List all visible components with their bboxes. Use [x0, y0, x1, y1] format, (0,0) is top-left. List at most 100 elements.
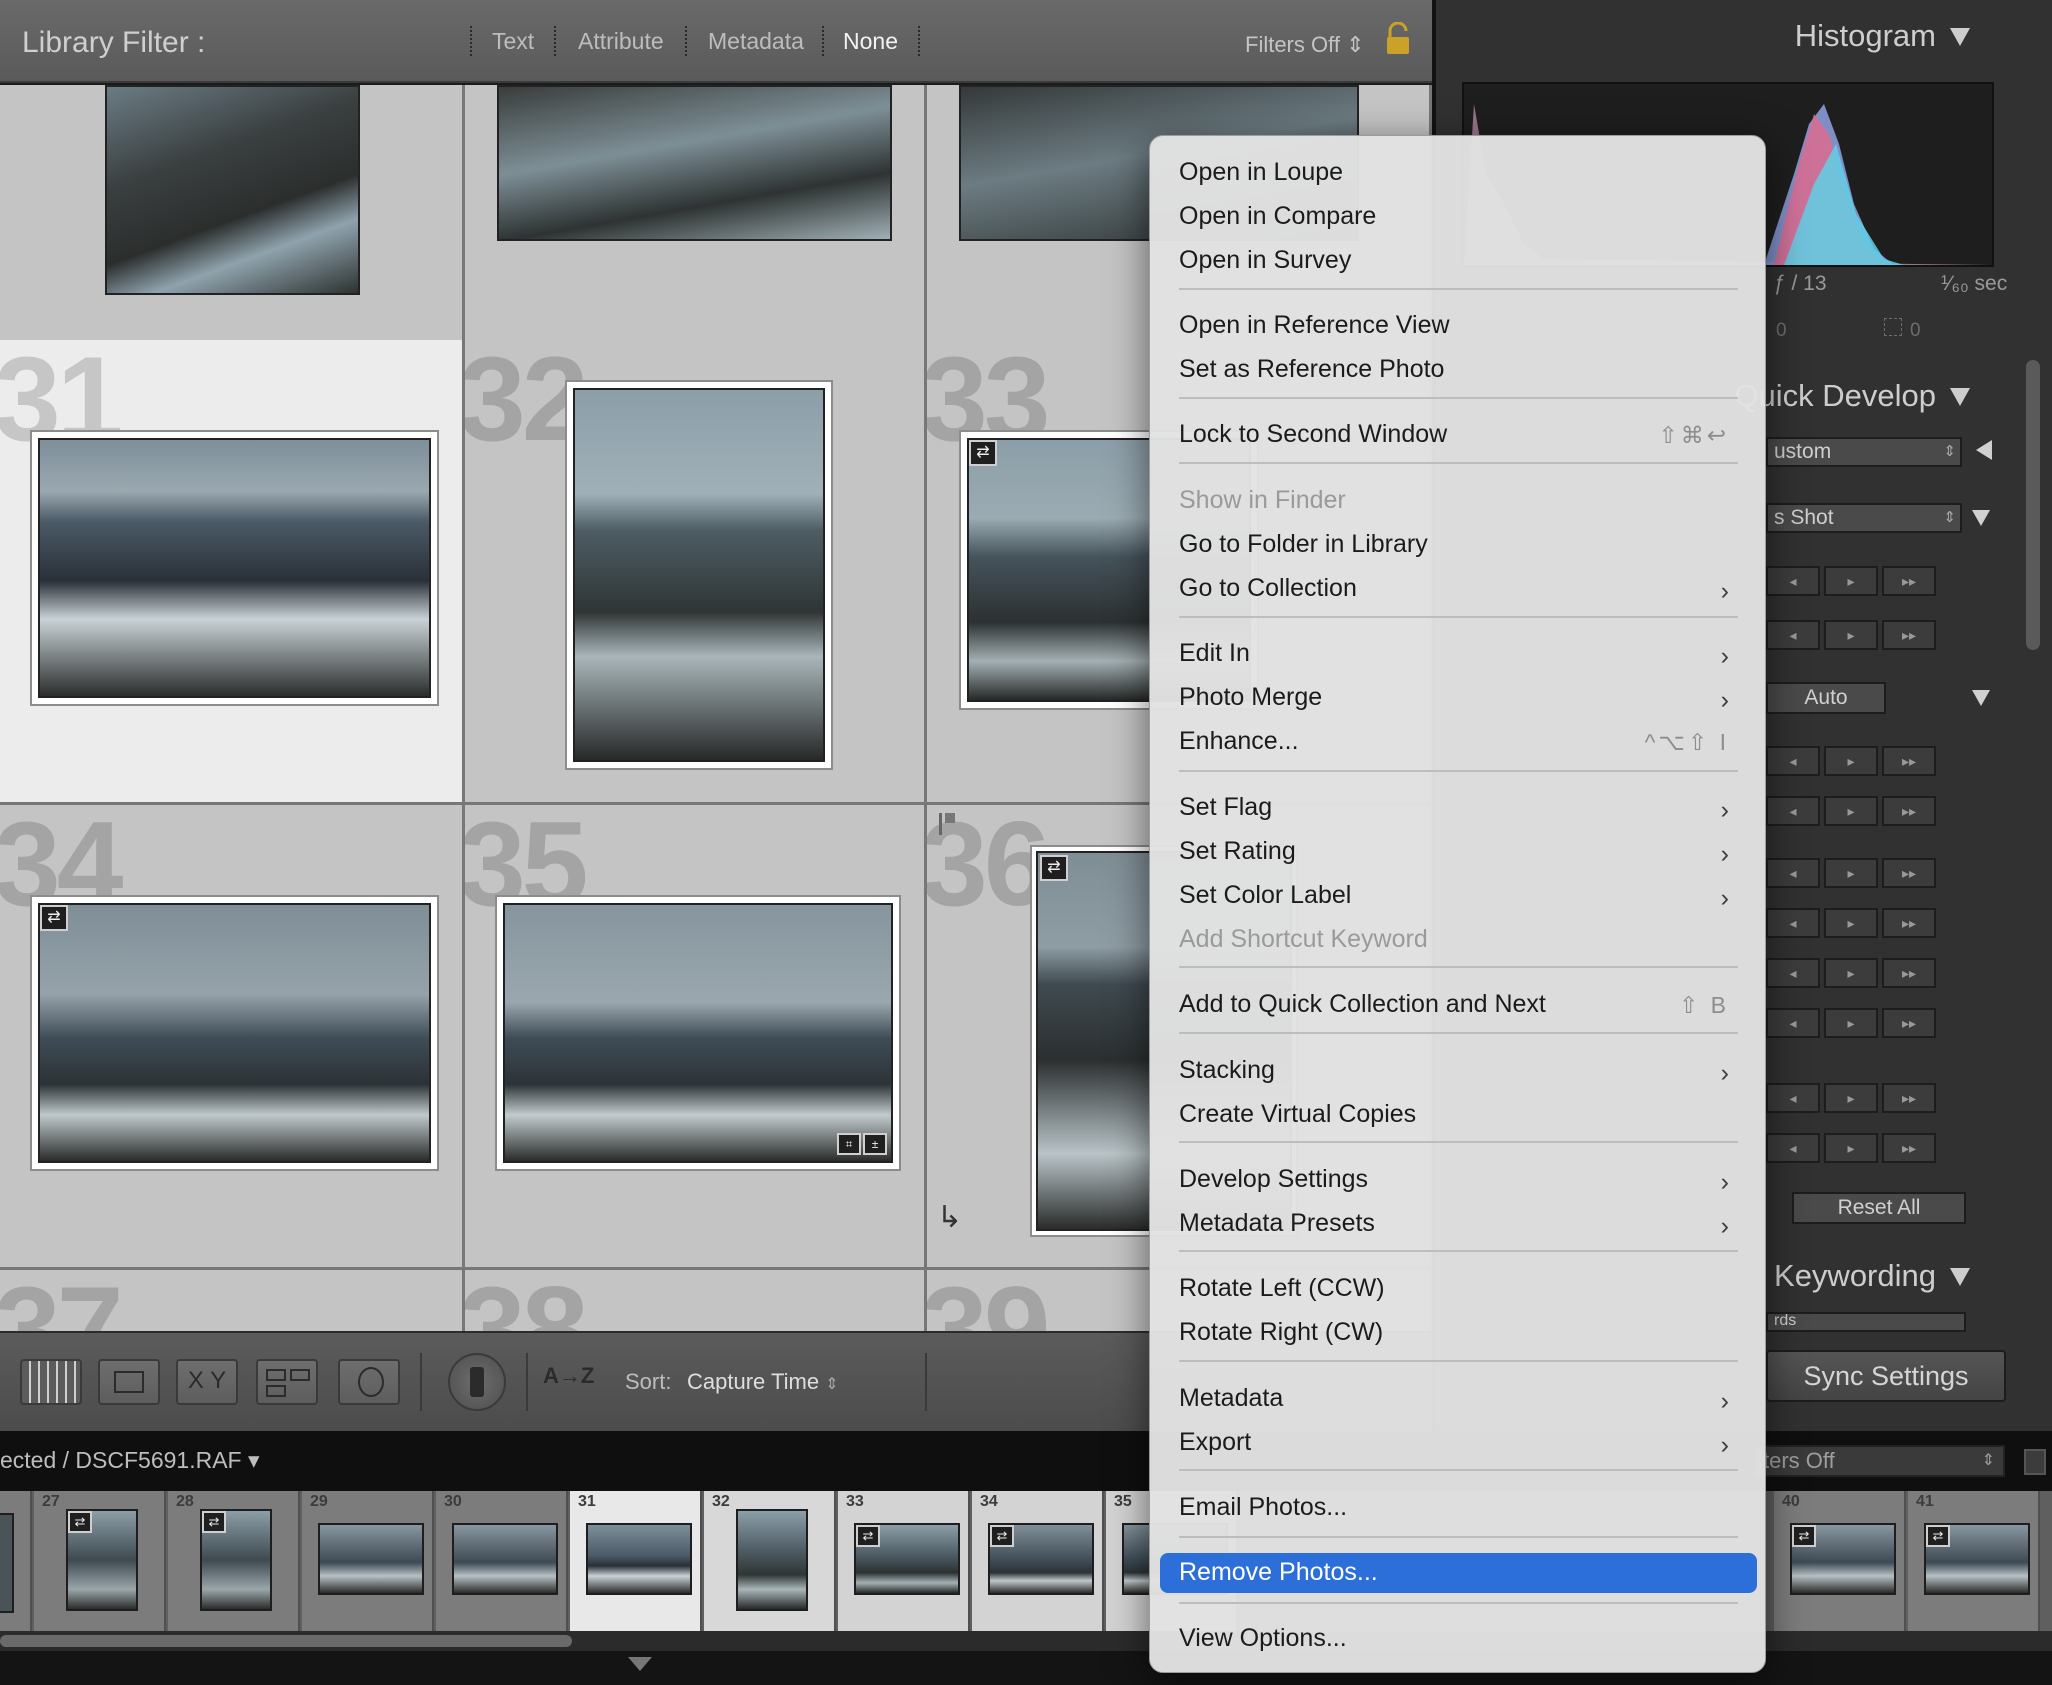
grid-cell[interactable]: 37	[0, 1270, 465, 1331]
filmstrip-cell[interactable]: 41 ⇄	[1908, 1491, 2040, 1631]
increase-icon[interactable]: ▸	[1824, 958, 1878, 988]
grid-cell[interactable]: 34 ⇄	[0, 805, 465, 1270]
menu-item[interactable]: Set as Reference Photo	[1160, 350, 1757, 390]
increase-icon[interactable]: ▸	[1824, 858, 1878, 888]
menu-item[interactable]: Edit In ›	[1160, 634, 1757, 674]
menu-item[interactable]: Metadata ›	[1160, 1379, 1757, 1419]
thumbnail[interactable]	[565, 380, 833, 770]
menu-item[interactable]: Stacking ›	[1160, 1051, 1757, 1091]
histogram-header[interactable]: Histogram	[1436, 0, 2026, 70]
loupe-view-icon[interactable]	[98, 1359, 160, 1405]
flag-icon[interactable]	[939, 813, 955, 835]
decrease-icon[interactable]: ◂	[1766, 1133, 1820, 1163]
increase-icon[interactable]: ▸	[1824, 566, 1878, 596]
menu-item[interactable]: Photo Merge ›	[1160, 678, 1757, 718]
menu-item[interactable]: Rotate Left (CCW)	[1160, 1269, 1757, 1309]
increase-more-icon[interactable]: ▸▸	[1882, 858, 1936, 888]
collapse-triangle-icon[interactable]	[1972, 690, 1990, 706]
menu-item[interactable]: Go to Collection ›	[1160, 569, 1757, 609]
filmstrip-cell[interactable]: 33 ⇄	[838, 1491, 970, 1631]
decrease-icon[interactable]: ◂	[1766, 1083, 1820, 1113]
increase-icon[interactable]: ▸	[1824, 1133, 1878, 1163]
increase-more-icon[interactable]: ▸▸	[1882, 566, 1936, 596]
collapse-arrow-icon[interactable]	[628, 1657, 652, 1671]
collapse-triangle-icon[interactable]	[1950, 28, 1970, 46]
saved-preset-dropdown[interactable]: ustom ⇕	[1766, 437, 1962, 467]
menu-item[interactable]: Rotate Right (CW)	[1160, 1313, 1757, 1353]
painter-icon[interactable]	[448, 1353, 506, 1411]
increase-more-icon[interactable]: ▸▸	[1882, 908, 1936, 938]
menu-item[interactable]: Open in Reference View	[1160, 306, 1757, 346]
decrease-icon[interactable]: ◂	[1766, 908, 1820, 938]
source-path[interactable]: ected / DSCF5691.RAF ▾	[0, 1447, 260, 1474]
menu-item[interactable]: Email Photos...	[1160, 1488, 1757, 1528]
lock-icon[interactable]	[1385, 22, 1411, 56]
filmstrip-cell[interactable]: 30	[436, 1491, 568, 1631]
filters-off-dropdown[interactable]: Filters Off ⇕	[1245, 32, 1365, 58]
scrollbar-thumb[interactable]	[0, 1635, 572, 1647]
decrease-icon[interactable]: ◂	[1766, 620, 1820, 650]
menu-item[interactable]: Set Flag ›	[1160, 788, 1757, 828]
filter-none-tab[interactable]: None	[843, 28, 898, 55]
filmstrip-lock-icon[interactable]	[2024, 1449, 2046, 1475]
menu-item[interactable]: Set Color Label ›	[1160, 876, 1757, 916]
grid-cell[interactable]: 35 ⌗ ±	[465, 805, 927, 1270]
thumbnail[interactable]	[495, 895, 901, 1171]
people-view-icon[interactable]	[338, 1359, 400, 1405]
rotate-icon[interactable]: ↳	[937, 1200, 962, 1235]
expand-left-icon[interactable]	[1976, 440, 1992, 460]
filmstrip-cell-selected[interactable]: 31	[570, 1491, 702, 1631]
compare-view-icon[interactable]: X Y	[176, 1359, 238, 1405]
increase-icon[interactable]: ▸	[1824, 746, 1878, 776]
menu-item[interactable]: Set Rating ›	[1160, 832, 1757, 872]
crop-ratio-dropdown[interactable]: s Shot ⇕	[1766, 503, 1962, 533]
increase-more-icon[interactable]: ▸▸	[1882, 958, 1936, 988]
menu-item[interactable]: Open in Loupe	[1160, 153, 1757, 193]
increase-icon[interactable]: ▸	[1824, 620, 1878, 650]
filmstrip-cell[interactable]: 34 ⇄	[972, 1491, 1104, 1631]
increase-more-icon[interactable]: ▸▸	[1882, 796, 1936, 826]
filmstrip-cell[interactable]: 40 ⇄	[1774, 1491, 1906, 1631]
grid-cell[interactable]: 38	[465, 1270, 927, 1331]
filmstrip-cell[interactable]: 27 ⇄	[34, 1491, 166, 1631]
filmstrip-cell[interactable]: 28 ⇄	[168, 1491, 300, 1631]
decrease-icon[interactable]: ◂	[1766, 1008, 1820, 1038]
menu-item[interactable]: Go to Folder in Library	[1160, 525, 1757, 565]
filter-metadata-tab[interactable]: Metadata	[708, 28, 804, 55]
reset-all-button[interactable]: Reset All	[1792, 1192, 1966, 1224]
increase-more-icon[interactable]: ▸▸	[1882, 746, 1936, 776]
thumbnail[interactable]	[30, 895, 439, 1171]
menu-item[interactable]: Add to Quick Collection and Next ⇧ B	[1160, 985, 1757, 1025]
filmstrip-cell[interactable]	[0, 1491, 32, 1631]
decrease-icon[interactable]: ◂	[1766, 566, 1820, 596]
decrease-icon[interactable]: ◂	[1766, 858, 1820, 888]
menu-item[interactable]: Open in Survey	[1160, 241, 1757, 281]
menu-item[interactable]: Enhance... ^⌥⇧ I	[1160, 722, 1757, 762]
menu-item[interactable]: Remove Photos...	[1160, 1553, 1757, 1593]
increase-icon[interactable]: ▸	[1824, 1083, 1878, 1113]
menu-item[interactable]: View Options...	[1160, 1619, 1757, 1659]
filter-text-tab[interactable]: Text	[492, 28, 534, 55]
filter-attribute-tab[interactable]: Attribute	[578, 28, 664, 55]
menu-item[interactable]: Open in Compare	[1160, 197, 1757, 237]
menu-item[interactable]: Create Virtual Copies	[1160, 1095, 1757, 1135]
grid-view-icon[interactable]	[20, 1359, 82, 1405]
sort-direction-icon[interactable]: A→Z	[543, 1363, 594, 1389]
thumbnail[interactable]	[105, 85, 360, 295]
increase-icon[interactable]: ▸	[1824, 796, 1878, 826]
menu-item[interactable]: Lock to Second Window ⇧⌘↩	[1160, 415, 1757, 455]
increase-more-icon[interactable]: ▸▸	[1882, 1083, 1936, 1113]
grid-cell-selected[interactable]: 31	[0, 340, 465, 805]
collapse-triangle-icon[interactable]	[1950, 1268, 1970, 1286]
keyword-tags-dropdown[interactable]: rds	[1766, 1312, 1966, 1332]
filmstrip-filter-dropdown[interactable]: ters Off ⇕	[1755, 1445, 2005, 1477]
increase-more-icon[interactable]: ▸▸	[1882, 620, 1936, 650]
collapse-triangle-icon[interactable]	[1972, 510, 1990, 526]
thumbnail[interactable]	[497, 85, 892, 241]
auto-tone-button[interactable]: Auto	[1766, 682, 1886, 714]
sync-settings-button[interactable]: Sync Settings	[1766, 1350, 2006, 1402]
menu-item[interactable]: Develop Settings ›	[1160, 1160, 1757, 1200]
menu-item[interactable]: Export ›	[1160, 1423, 1757, 1463]
filmstrip-cell[interactable]: 32	[704, 1491, 836, 1631]
increase-more-icon[interactable]: ▸▸	[1882, 1133, 1936, 1163]
